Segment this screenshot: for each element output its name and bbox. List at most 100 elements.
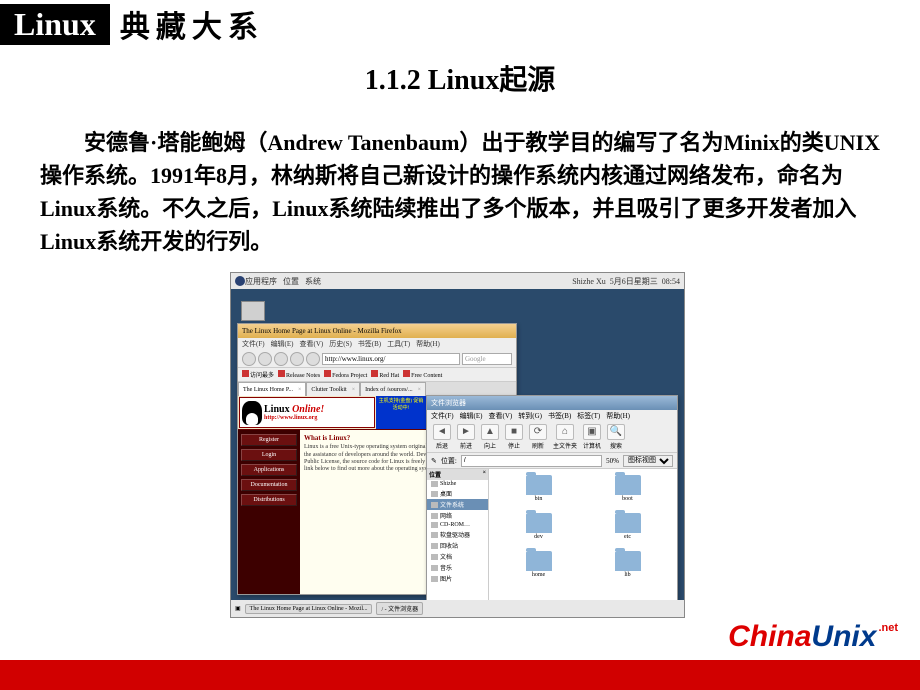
view-selector[interactable]: 图标视图 — [623, 455, 673, 467]
side-filesystem[interactable]: 文件系统 — [427, 499, 488, 510]
fb-location-bar: ✎ 位置: 50% 图标视图 — [427, 453, 677, 469]
folder-icon — [526, 551, 552, 571]
fb-menu-view[interactable]: 查看(V) — [489, 411, 513, 421]
location-input[interactable] — [461, 455, 602, 467]
fb-menu-edit[interactable]: 编辑(E) — [460, 411, 483, 421]
ff-menu-file[interactable]: 文件(F) — [242, 339, 265, 349]
screenshot: 应用程序 位置 系统 Shizhe Xu 5月6日星期三 08:54 计算机 T… — [230, 272, 685, 618]
fb-computer-button[interactable]: ▣计算机 — [583, 424, 601, 450]
reload-button[interactable] — [274, 352, 288, 366]
fb-menu-file[interactable]: 文件(F) — [431, 411, 454, 421]
fb-menu-go[interactable]: 转到(G) — [518, 411, 542, 421]
fb-icon-view[interactable]: bin boot dev etc home lib — [489, 469, 677, 600]
firefox-toolbar: http://www.linux.org/ Google — [238, 350, 516, 368]
folder-dev[interactable]: dev — [495, 513, 582, 549]
close-icon[interactable]: × — [483, 470, 486, 479]
forward-button[interactable] — [258, 352, 272, 366]
fb-sidebar: 位置× Shizhe 桌面 文件系统 网络 CD-ROM… 软盘驱动器 回收站 … — [427, 469, 489, 600]
folder-bin[interactable]: bin — [495, 475, 582, 511]
firefox-menubar: 文件(F) 编辑(E) 查看(V) 历史(S) 书签(B) 工具(T) 帮助(H… — [238, 338, 516, 350]
ff-menu-help[interactable]: 帮助(H) — [416, 339, 440, 349]
stop-button[interactable] — [290, 352, 304, 366]
address-bar[interactable]: http://www.linux.org/ — [322, 353, 460, 365]
linuxorg-ad[interactable]: 主机支持(金盘) 促销活动中! — [376, 396, 426, 429]
bm-release[interactable]: Release Notes — [278, 370, 320, 379]
task-filebrowser[interactable]: / - 文件浏览器 — [376, 602, 423, 615]
tab-clutter[interactable]: Clutter Toolkit× — [306, 382, 360, 396]
fb-forward-button[interactable]: ►前进 — [457, 424, 475, 450]
side-pics[interactable]: 图片 — [427, 573, 488, 584]
back-button[interactable] — [242, 352, 256, 366]
folder-icon — [615, 551, 641, 571]
btn-distros[interactable]: Distributions — [241, 494, 297, 506]
folder-etc[interactable]: etc — [584, 513, 671, 549]
side-network[interactable]: 网络 — [427, 510, 488, 521]
btn-docs[interactable]: Documentation — [241, 479, 297, 491]
search-box[interactable]: Google — [462, 353, 512, 365]
folder-boot[interactable]: boot — [584, 475, 671, 511]
ff-menu-bookmarks[interactable]: 书签(B) — [358, 339, 381, 349]
menu-apps[interactable]: 应用程序 — [245, 276, 277, 287]
home-button[interactable] — [306, 352, 320, 366]
gnome-desktop: 应用程序 位置 系统 Shizhe Xu 5月6日星期三 08:54 计算机 T… — [231, 273, 684, 617]
bm-redhat[interactable]: Red Hat — [371, 370, 399, 379]
menu-places[interactable]: 位置 — [283, 276, 299, 287]
fb-home-button[interactable]: ⌂主文件夹 — [553, 424, 577, 450]
folder-icon — [526, 513, 552, 533]
fb-side-header: 位置× — [427, 469, 488, 480]
ff-menu-view[interactable]: 查看(V) — [300, 339, 324, 349]
top-banner: Linux 典藏大系 — [0, 0, 920, 48]
fb-titlebar[interactable]: 文件浏览器 — [427, 396, 677, 410]
zoom-level[interactable]: 50% — [606, 457, 619, 465]
fb-back-button[interactable]: ◄后退 — [433, 424, 451, 450]
btn-register[interactable]: Register — [241, 434, 297, 446]
folder-icon — [526, 475, 552, 495]
ff-menu-edit[interactable]: 编辑(E) — [271, 339, 294, 349]
fb-stop-button[interactable]: ■停止 — [505, 424, 523, 450]
side-docs[interactable]: 文档 — [427, 551, 488, 562]
side-desktop[interactable]: 桌面 — [427, 488, 488, 499]
side-trash[interactable]: 回收站 — [427, 540, 488, 551]
fb-search-button[interactable]: 🔍搜索 — [607, 424, 625, 450]
linuxorg-logo[interactable]: Linux Online! http://www.linux.org — [239, 397, 375, 428]
linuxorg-sidebar: Register Login Applications Documentatio… — [238, 430, 300, 594]
tab-sources[interactable]: Index of /sources/...× — [360, 382, 426, 396]
tab-linux-home[interactable]: The Linux Home P...× — [238, 382, 306, 396]
footer-red-bar — [0, 660, 920, 690]
btn-apps[interactable]: Applications — [241, 464, 297, 476]
body-text: 安德鲁·塔能鲍姆（Andrew Tanenbaum）出于教学目的编写了名为Min… — [40, 126, 880, 258]
panel-user[interactable]: Shizhe Xu — [572, 277, 606, 286]
linux-tag: Linux — [0, 4, 110, 45]
close-icon[interactable]: × — [418, 387, 421, 393]
close-icon[interactable]: × — [298, 387, 301, 393]
menu-system[interactable]: 系统 — [305, 276, 321, 287]
side-music[interactable]: 音乐 — [427, 562, 488, 573]
loc-label: 位置: — [441, 456, 457, 466]
folder-home[interactable]: home — [495, 551, 582, 587]
btn-login[interactable]: Login — [241, 449, 297, 461]
chinaunix-logo: ChinaUnix.net — [728, 620, 898, 654]
pencil-icon[interactable]: ✎ — [431, 457, 437, 465]
bm-fedora[interactable]: Fedora Project — [324, 370, 367, 379]
firefox-titlebar[interactable]: The Linux Home Page at Linux Online - Mo… — [238, 324, 516, 338]
side-cdrom[interactable]: CD-ROM… — [427, 521, 488, 529]
fb-menu-help[interactable]: 帮助(H) — [606, 411, 630, 421]
page-title: 1.1.2 Linux起源 — [0, 58, 920, 98]
ff-menu-tools[interactable]: 工具(T) — [387, 339, 410, 349]
close-icon[interactable]: × — [352, 387, 355, 393]
fb-reload-button[interactable]: ⟳刷新 — [529, 424, 547, 450]
fb-menu-tabs[interactable]: 标签(T) — [577, 411, 600, 421]
fb-menu-bookmarks[interactable]: 书签(B) — [548, 411, 571, 421]
task-firefox[interactable]: The Linux Home Page at Linux Online - Mo… — [245, 604, 373, 614]
bm-free[interactable]: Free Content — [403, 370, 442, 379]
folder-icon — [615, 513, 641, 533]
bm-most[interactable]: 访问最多 — [242, 370, 274, 379]
ff-menu-history[interactable]: 历史(S) — [329, 339, 352, 349]
show-desktop-icon[interactable]: ▣ — [235, 605, 241, 612]
gnome-top-panel: 应用程序 位置 系统 Shizhe Xu 5月6日星期三 08:54 — [231, 273, 684, 289]
side-floppy[interactable]: 软盘驱动器 — [427, 529, 488, 540]
folder-lib[interactable]: lib — [584, 551, 671, 587]
fb-up-button[interactable]: ▲向上 — [481, 424, 499, 450]
panel-time: 08:54 — [662, 277, 680, 286]
side-home[interactable]: Shizhe — [427, 480, 488, 488]
